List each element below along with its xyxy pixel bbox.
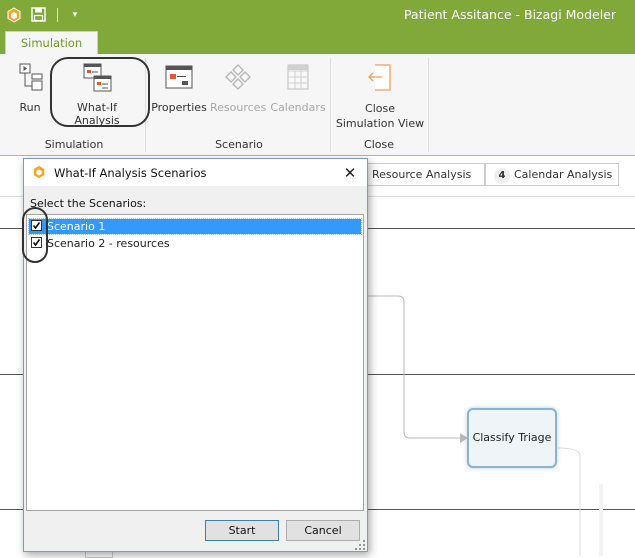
save-icon[interactable] [31, 7, 46, 22]
start-button[interactable]: Start [205, 520, 279, 541]
run-label: Run [19, 101, 41, 114]
title-bar: ▾ Patient Assitance - Bizagi Modeler [0, 0, 635, 30]
tab-simulation-view[interactable]: Simulation View [5, 31, 98, 72]
scenario-label: Scenario 1 [47, 220, 106, 233]
resize-grip-icon[interactable] [354, 539, 366, 551]
scenario-row[interactable]: Scenario 1 [28, 218, 362, 235]
highlight-ring [50, 57, 150, 127]
task-classify-triage[interactable]: Classify Triage [467, 408, 557, 468]
toolbar-separator [57, 8, 58, 22]
resources-label: Resources [210, 101, 267, 114]
properties-label: Properties [151, 101, 207, 114]
group-label-scenario: Scenario [215, 138, 263, 151]
chevron-down-icon[interactable]: ▾ [68, 8, 82, 22]
run-icon [19, 63, 43, 91]
close-icon[interactable]: ✕ [340, 163, 360, 183]
group-label-close: Close [364, 138, 394, 151]
group-separator [428, 58, 429, 152]
close-label-line2: Simulation View [335, 117, 425, 130]
scenario-row[interactable]: Scenario 2 - resources [29, 236, 361, 251]
bizagi-logo-icon [33, 165, 45, 179]
highlight-ring [22, 207, 48, 263]
what-if-scenarios-dialog: What-If Analysis Scenarios ✕ Select the … [23, 158, 368, 552]
select-scenarios-label: Select the Scenarios: [30, 197, 147, 210]
scenario-list[interactable]: Scenario 1 Scenario 2 - resources [26, 214, 364, 511]
properties-icon [165, 65, 193, 89]
group-label-simulation: Simulation [44, 138, 104, 151]
cancel-button[interactable]: Cancel [286, 520, 360, 541]
window-title: Patient Assitance - Bizagi Modeler [403, 7, 616, 22]
close-simulation-view-button[interactable]: Close Simulation View [335, 62, 425, 131]
dialog-title-bar: What-If Analysis Scenarios ✕ [24, 159, 367, 186]
calendars-label: Calendars [270, 101, 326, 114]
dialog-title: What-If Analysis Scenarios [54, 166, 207, 180]
close-label-line1: Close [365, 102, 395, 115]
calendars-icon [287, 64, 309, 90]
resources-button[interactable]: Resources [210, 62, 266, 114]
bizagi-logo-icon[interactable] [6, 7, 22, 23]
resources-icon [225, 64, 251, 90]
exit-view-icon [368, 64, 391, 91]
run-button[interactable]: Run [10, 62, 50, 114]
calendars-button[interactable]: Calendars [268, 62, 328, 114]
properties-button[interactable]: Properties [150, 62, 208, 114]
scenario-label: Scenario 2 - resources [47, 237, 170, 250]
